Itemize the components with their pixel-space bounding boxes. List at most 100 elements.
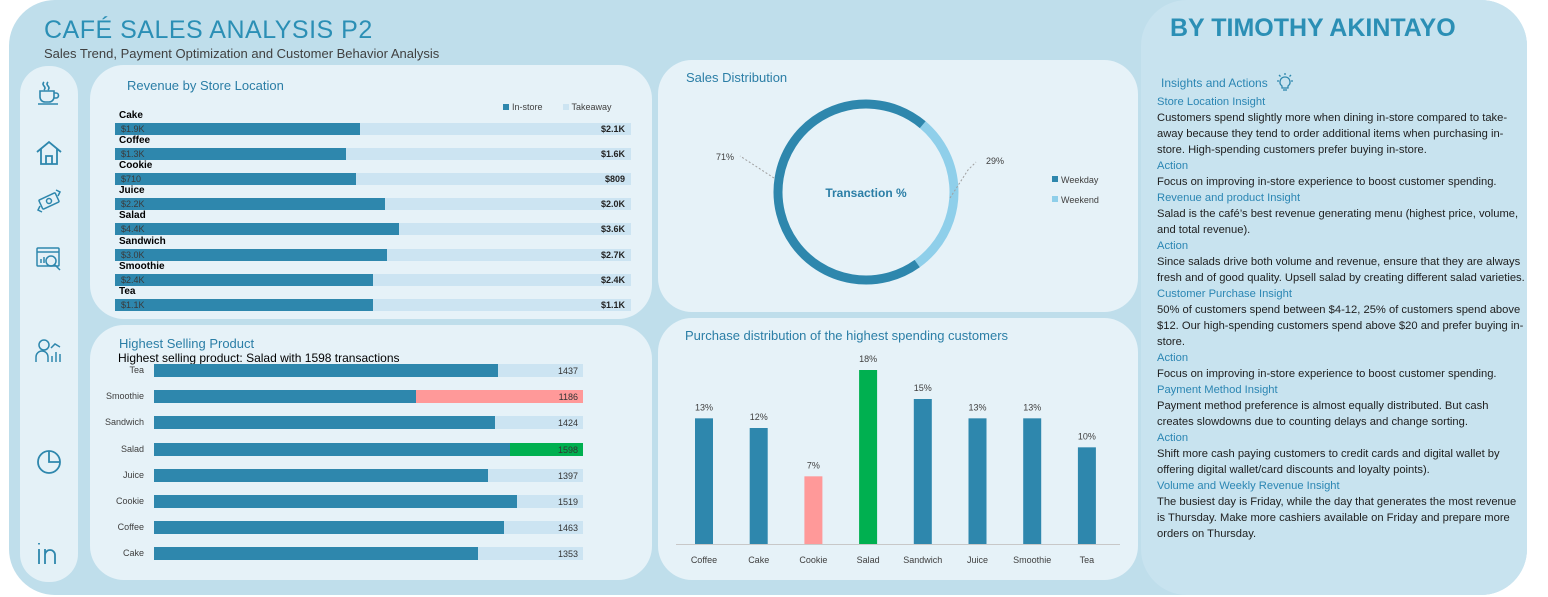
revenue-instore-value: $1.3K bbox=[121, 149, 145, 160]
highest-selling-category: Sandwich bbox=[104, 417, 144, 428]
revenue-category-label: Smoothie bbox=[119, 260, 165, 272]
sidebar bbox=[20, 66, 78, 582]
highest-selling-bar bbox=[154, 364, 498, 377]
column-data-label: 13% bbox=[695, 402, 713, 412]
column-category-label: Cookie bbox=[799, 555, 827, 565]
revenue-row: Tea $1.1K $1.1K bbox=[115, 286, 631, 312]
highest-selling-note: Highest selling product: Salad with 1598… bbox=[118, 351, 400, 365]
revenue-instore-value: $710 bbox=[121, 174, 142, 185]
revenue-category-label: Sandwich bbox=[119, 235, 166, 247]
insight-text: Salad is the café’s best revenue generat… bbox=[1157, 208, 1519, 236]
column-data-label: 15% bbox=[914, 383, 932, 393]
revenue-instore-value: $1.1K bbox=[121, 299, 145, 310]
sales-donut-chart: Transaction % 71% 29% Weekday Weekend bbox=[716, 99, 1099, 285]
column-category-label: Coffee bbox=[691, 555, 717, 565]
column-category-label: Cake bbox=[748, 555, 769, 565]
highest-selling-value: 1463 bbox=[557, 523, 578, 534]
revenue-takeaway-value: $2.7K bbox=[600, 249, 625, 260]
highest-selling-value: 1353 bbox=[557, 549, 578, 560]
revenue-row: Sandwich $3.0K $2.7K bbox=[115, 236, 631, 262]
column-category-label: Sandwich bbox=[903, 555, 942, 565]
revenue-instore-bar bbox=[115, 173, 357, 186]
insights-body: Store Location Insight Customers spend sl… bbox=[1157, 94, 1527, 542]
legend-label-weekday: Weekday bbox=[1061, 175, 1099, 185]
revenue-instore-value: $4.4K bbox=[121, 224, 145, 235]
insight-heading: Action bbox=[1157, 240, 1189, 252]
revenue-category-label: Coffee bbox=[119, 135, 151, 147]
insights-panel: Insights and Actions Store Location Insi… bbox=[1157, 72, 1527, 542]
column-category-label: Smoothie bbox=[1013, 555, 1051, 565]
revenue-row: Juice $2.2K $2.0K bbox=[115, 185, 631, 211]
highest-selling-row: Cookie 1519 bbox=[96, 495, 586, 509]
highest-selling-category: Coffee bbox=[117, 522, 144, 533]
insight-heading: Volume and Weekly Revenue Insight bbox=[1157, 480, 1340, 492]
revenue-category-label: Cookie bbox=[119, 160, 153, 172]
highest-selling-title: Highest Selling Product bbox=[119, 336, 255, 351]
insight-text: Customers spend slightly more when dinin… bbox=[1157, 112, 1508, 156]
revenue-instore-bar bbox=[115, 198, 386, 211]
analytics-report-icon[interactable] bbox=[34, 244, 64, 274]
highest-selling-category: Cake bbox=[122, 548, 144, 559]
column-bar bbox=[1077, 447, 1096, 544]
linkedin-icon[interactable] bbox=[34, 538, 64, 568]
revenue-row: Coffee $1.3K $1.6K bbox=[115, 135, 631, 161]
coffee-cup-icon[interactable] bbox=[34, 78, 64, 108]
highest-selling-row: Salad 1598 bbox=[96, 442, 586, 457]
revenue-row: Salad $4.4K $3.6K bbox=[115, 210, 631, 236]
insights-title: Insights and Actions bbox=[1161, 76, 1268, 90]
highest-selling-row: Tea 1437 bbox=[96, 364, 586, 378]
revenue-instore-bar bbox=[115, 273, 373, 286]
highest-selling-category: Juice bbox=[122, 469, 144, 480]
column-bar bbox=[913, 399, 932, 544]
insight-heading: Action bbox=[1157, 160, 1189, 172]
revenue-takeaway-value: $2.4K bbox=[600, 274, 625, 285]
highest-selling-row: Sandwich 1424 bbox=[96, 416, 586, 430]
revenue-instore-bar bbox=[115, 223, 399, 236]
revenue-takeaway-value: $2.1K bbox=[600, 124, 625, 134]
revenue-takeaway-value: $809 bbox=[604, 174, 625, 185]
column-data-label: 13% bbox=[968, 402, 986, 412]
highest-selling-row: Cake 1353 bbox=[96, 547, 586, 561]
revenue-takeaway-value: $3.6K bbox=[600, 224, 625, 235]
highest-selling-value: 1437 bbox=[557, 366, 578, 376]
highest-selling-bar bbox=[154, 468, 489, 482]
revenue-takeaway-value: $2.0K bbox=[600, 199, 625, 210]
insight-text: The busiest day is Friday, while the day… bbox=[1157, 496, 1517, 540]
column-data-label: 7% bbox=[807, 460, 820, 470]
revenue-row: Cake $1.9K $2.1K bbox=[115, 110, 631, 136]
page-subtitle: Sales Trend, Payment Optimization and Cu… bbox=[44, 46, 440, 61]
revenue-instore-value: $1.9K bbox=[121, 124, 145, 134]
pie-chart-icon[interactable] bbox=[34, 446, 64, 476]
insight-text: Focus on improving in-store experience t… bbox=[1157, 176, 1497, 188]
highest-selling-value: 1186 bbox=[558, 392, 578, 403]
column-bar bbox=[749, 428, 768, 544]
revenue-takeaway-value: $1.1K bbox=[600, 299, 625, 310]
revenue-takeaway-value: $1.6K bbox=[600, 149, 625, 160]
column-bar bbox=[695, 418, 713, 544]
donut-center-label: Transaction % bbox=[825, 186, 907, 200]
column-bar bbox=[859, 370, 878, 544]
column-category-label: Salad bbox=[857, 555, 880, 565]
insight-text: 50% of customers spend between $4-12, 25… bbox=[1157, 304, 1524, 348]
home-icon[interactable] bbox=[34, 138, 64, 168]
insight-text: Payment method preference is almost equa… bbox=[1157, 400, 1489, 428]
legend-label-weekend: Weekend bbox=[1061, 195, 1099, 205]
column-bar bbox=[968, 418, 987, 544]
highest-selling-value: 1519 bbox=[557, 497, 578, 507]
money-exchange-icon[interactable] bbox=[34, 186, 64, 216]
highest-selling-category: Smoothie bbox=[105, 391, 144, 402]
revenue-row: Cookie $710 $809 bbox=[115, 160, 631, 186]
highest-selling-category: Salad bbox=[120, 443, 144, 454]
revenue-category-label: Salad bbox=[119, 210, 146, 222]
highest-selling-category: Cookie bbox=[115, 496, 144, 506]
column-bar bbox=[1023, 418, 1042, 544]
author-name: BY TIMOTHY AKINTAYO bbox=[1170, 14, 1456, 42]
column-data-label: 13% bbox=[1023, 402, 1041, 412]
insight-text: Since salads drive both volume and reven… bbox=[1157, 256, 1525, 284]
highest-selling-row: Juice 1397 bbox=[96, 468, 586, 483]
highest-selling-category: Tea bbox=[129, 365, 144, 375]
customer-chart-icon[interactable] bbox=[34, 336, 64, 366]
highest-selling-bar bbox=[154, 416, 495, 430]
revenue-category-label: Juice bbox=[119, 185, 145, 197]
highest-selling-row: Coffee 1463 bbox=[96, 521, 586, 535]
